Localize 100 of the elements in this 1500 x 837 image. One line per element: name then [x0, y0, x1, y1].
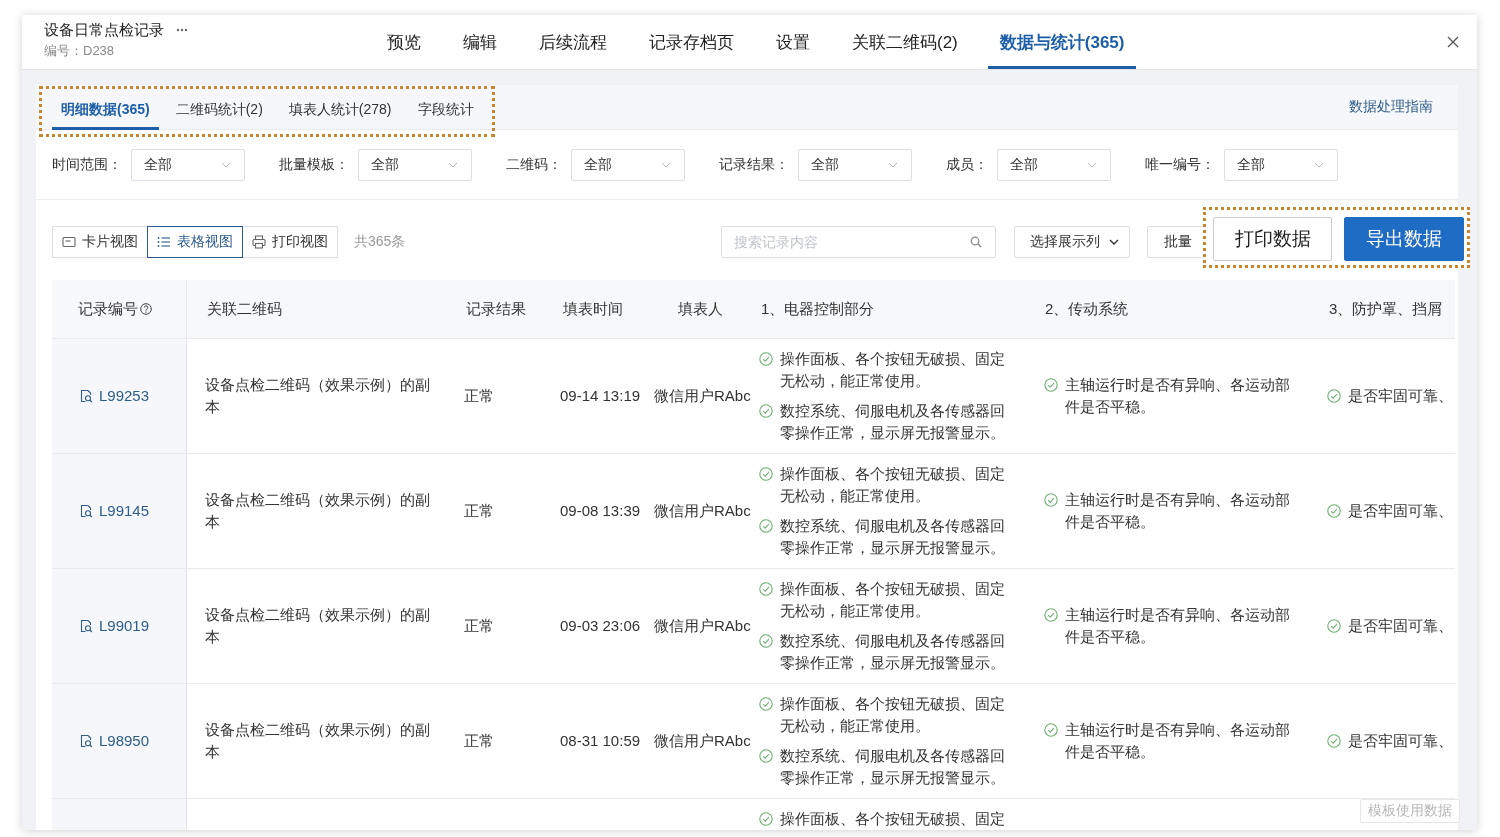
- chevron-down-icon: [1109, 239, 1119, 245]
- select-field[interactable]: 全部: [358, 149, 472, 181]
- view-toggle[interactable]: 表格视图: [147, 226, 243, 258]
- export-data-button[interactable]: 导出数据: [1344, 217, 1464, 261]
- list-icon: [157, 235, 171, 249]
- result-text: 正常: [464, 501, 494, 521]
- more-icon: [176, 28, 188, 32]
- record-count: 共365条: [354, 233, 406, 251]
- check-circle-icon: [759, 352, 773, 366]
- nav-tab[interactable]: 预览: [375, 15, 433, 69]
- chevron-down-icon: [888, 162, 898, 168]
- check-circle-icon: [759, 582, 773, 596]
- select-field[interactable]: 全部: [997, 149, 1111, 181]
- check-item-text: 是否牢固可靠、: [1348, 731, 1453, 751]
- guide-link[interactable]: 数据处理指南: [1349, 98, 1433, 116]
- print-data-button[interactable]: 打印数据: [1213, 217, 1332, 261]
- nav-tab[interactable]: 编辑: [451, 15, 509, 69]
- column-header: 关联二维码: [207, 299, 282, 319]
- fill-time: 09-08 13:39: [560, 501, 641, 521]
- nav-tab[interactable]: 关联二维码(2): [840, 15, 970, 69]
- column-header: 记录结果: [466, 299, 526, 319]
- user-name: 微信用户RAbc: [654, 386, 751, 406]
- check-item-text: 数控系统、伺服电机及各传感器回零操作正常，显示屏无报警显示。: [780, 401, 1006, 443]
- qr-code-name: 设备点检二维码（效果示例）的副本: [205, 375, 431, 417]
- column-header: 填表时间: [563, 299, 623, 319]
- record-link[interactable]: L99019: [79, 615, 150, 637]
- sub-tab[interactable]: 填表人统计(278): [279, 89, 401, 130]
- check-item-text: 是否牢固可靠、: [1348, 501, 1453, 521]
- select-field[interactable]: 全部: [798, 149, 912, 181]
- check-circle-icon: [1044, 608, 1058, 622]
- check-circle-icon: [1327, 619, 1341, 633]
- select-field[interactable]: 全部: [1224, 149, 1338, 181]
- check-circle-icon: [1044, 378, 1058, 392]
- check-item-text: 数控系统、伺服电机及各传感器回零操作正常，显示屏无报警显示。: [780, 516, 1006, 558]
- column-header: 3、防护罩、挡屑: [1329, 299, 1443, 319]
- sub-tab[interactable]: 明细数据(365): [52, 89, 159, 130]
- qr-code-name: 设备点检二维码（效果示例）的副本: [205, 605, 431, 647]
- fill-time: 08-31 10:59: [560, 731, 641, 751]
- check-item-text: 主轴运行时是否有异响、各运动部件是否平稳。: [1065, 490, 1291, 532]
- card-icon: [62, 235, 76, 249]
- fill-time: 09-14 13:19: [560, 386, 641, 406]
- close-icon[interactable]: [1447, 36, 1459, 48]
- column-header: 2、传动系统: [1045, 299, 1129, 319]
- window-title: 设备日常点检记录: [44, 21, 164, 39]
- chevron-down-icon: [221, 162, 231, 168]
- nav-tab[interactable]: 记录存档页: [637, 15, 746, 69]
- result-text: 正常: [464, 386, 494, 406]
- qr-code-name: 设备点检二维码（效果示例）的副本: [205, 720, 431, 762]
- check-circle-icon: [1044, 723, 1058, 737]
- check-item-text: 操作面板、各个按钮无破损、固定无松动，能正常使用。: [780, 349, 1006, 391]
- search-field[interactable]: 搜索记录内容: [721, 226, 996, 258]
- filter-label: 唯一编号：: [1145, 156, 1215, 174]
- record-link[interactable]: L99253: [79, 385, 150, 407]
- column-header: 填表人: [677, 299, 723, 319]
- check-circle-icon: [759, 404, 773, 418]
- check-circle-icon: [759, 467, 773, 481]
- check-item-text: 是否牢固可靠、: [1348, 386, 1453, 406]
- check-item-text: 是否牢固可靠、: [1348, 616, 1453, 636]
- filter-label: 批量模板：: [279, 156, 349, 174]
- fill-time: 09-03 23:06: [560, 616, 641, 636]
- check-circle-icon: [759, 697, 773, 711]
- record-link[interactable]: L98950: [79, 730, 150, 752]
- sub-tab[interactable]: 字段统计: [408, 89, 483, 130]
- document-search-icon: [79, 619, 93, 633]
- check-circle-icon: [759, 519, 773, 533]
- sub-tab[interactable]: 二维码统计(2): [166, 89, 272, 130]
- nav-tab[interactable]: 设置: [764, 15, 822, 69]
- result-text: 正常: [464, 731, 494, 751]
- check-item-text: 操作面板、各个按钮无破损、固定无松动，能正常使用。: [780, 694, 1006, 736]
- user-name: 微信用户RAbc: [654, 731, 751, 751]
- form-number: 编号：D238: [44, 43, 115, 59]
- user-name: 微信用户RAbc: [654, 501, 751, 521]
- check-item-text: 操作面板、各个按钮无破损、固定无松动，能正常使用。: [780, 579, 1006, 621]
- view-toggle[interactable]: 卡片视图: [52, 226, 148, 258]
- check-circle-icon: [759, 634, 773, 648]
- document-search-icon: [79, 504, 93, 518]
- filter-label: 二维码：: [506, 156, 562, 174]
- check-circle-icon: [1327, 504, 1341, 518]
- check-item-text: 操作面板、各个按钮无破损、固定: [780, 809, 1005, 829]
- check-item-text: 数控系统、伺服电机及各传感器回零操作正常，显示屏无报警显示。: [780, 746, 1006, 788]
- check-item-text: 主轴运行时是否有异响、各运动部件是否平稳。: [1065, 720, 1291, 762]
- printer-icon: [252, 235, 266, 249]
- document-search-icon: [79, 389, 93, 403]
- chevron-down-icon: [1087, 162, 1097, 168]
- check-circle-icon: [759, 812, 773, 826]
- nav-tab[interactable]: 后续流程: [527, 15, 619, 69]
- check-circle-icon: [1327, 389, 1341, 403]
- chevron-down-icon: [1314, 162, 1324, 168]
- view-toggle[interactable]: 打印视图: [242, 226, 338, 258]
- search-icon: [970, 236, 982, 248]
- filter-label: 时间范围：: [52, 156, 122, 174]
- column-picker-dropdown[interactable]: 选择展示列: [1014, 226, 1130, 258]
- select-field[interactable]: 全部: [571, 149, 685, 181]
- qr-code-name: 设备点检二维码（效果示例）的副本: [205, 490, 431, 532]
- check-item-text: 操作面板、各个按钮无破损、固定无松动，能正常使用。: [780, 464, 1006, 506]
- filter-label: 记录结果：: [719, 156, 789, 174]
- record-link[interactable]: L99145: [79, 500, 150, 522]
- result-text: 正常: [464, 616, 494, 636]
- select-field[interactable]: 全部: [131, 149, 245, 181]
- check-item-text: 主轴运行时是否有异响、各运动部件是否平稳。: [1065, 375, 1291, 417]
